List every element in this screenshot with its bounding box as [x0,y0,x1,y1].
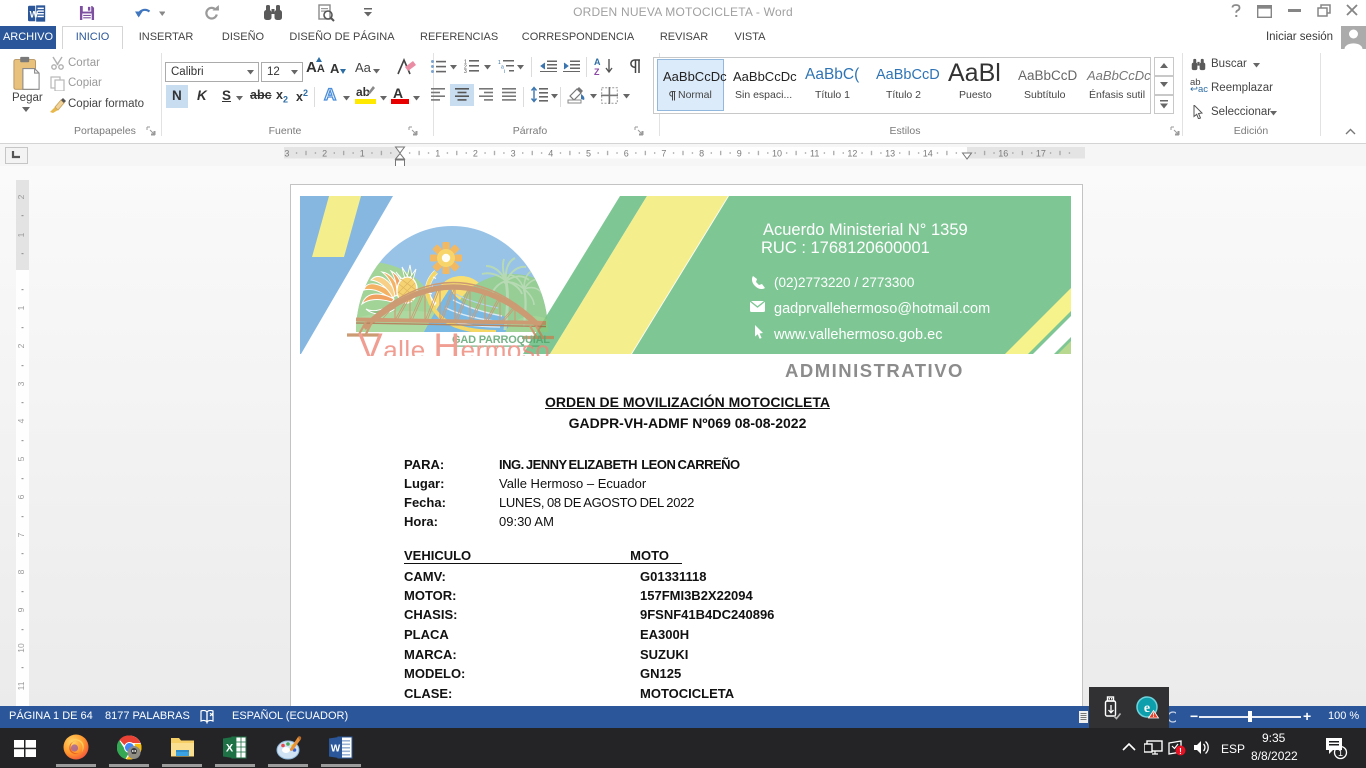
svg-text:Acuerdo Ministerial N° 1359: Acuerdo Ministerial N° 1359 [763,221,968,239]
svg-text:6: 6 [16,494,26,499]
svg-text:5: 5 [586,148,591,158]
svg-text:8: 8 [16,569,26,574]
svg-text:8: 8 [699,148,704,158]
svg-text:11: 11 [16,681,26,690]
svg-text:3: 3 [511,148,516,158]
svg-text:i: i [504,69,505,73]
svg-text:!: ! [1179,747,1182,756]
svg-text:12: 12 [847,148,857,158]
svg-text:www.vallehermoso.gob.ec: www.vallehermoso.gob.ec [773,327,942,343]
svg-text:3: 3 [284,148,289,158]
svg-text:11: 11 [810,148,819,158]
svg-text:13: 13 [885,148,895,158]
svg-text:X: X [226,743,234,755]
svg-text:1: 1 [16,305,26,310]
svg-text:10: 10 [16,643,26,653]
svg-text:6: 6 [624,148,629,158]
svg-text:17: 17 [1036,148,1046,158]
svg-text:9: 9 [16,607,26,612]
svg-text:3: 3 [16,381,26,386]
svg-text:(02)2773220 / 2773300: (02)2773220 / 2773300 [774,275,914,290]
svg-text:4: 4 [548,148,553,158]
svg-text:1: 1 [16,232,26,237]
svg-text:e: e [1144,701,1150,716]
svg-text:3: 3 [464,69,467,73]
svg-text:1: 1 [1338,748,1343,758]
svg-text:W: W [331,744,341,755]
svg-text:2: 2 [16,343,26,348]
svg-text:2: 2 [322,148,327,158]
svg-text:9: 9 [737,148,742,158]
svg-text:W: W [30,10,39,20]
svg-text:2: 2 [473,148,478,158]
svg-text:RUC : 1768120600001: RUC : 1768120600001 [761,239,930,257]
svg-text:5: 5 [16,456,26,461]
svg-text:4: 4 [16,418,26,423]
svg-text:7: 7 [661,148,666,158]
svg-text:gadprvallehermoso@hotmail.com: gadprvallehermoso@hotmail.com [774,301,990,317]
svg-text:1: 1 [360,148,365,158]
svg-text:7: 7 [16,532,26,537]
svg-text:14: 14 [923,148,933,158]
svg-text:1: 1 [435,148,440,158]
svg-text:10: 10 [772,148,782,158]
svg-text:!: ! [1153,713,1155,719]
svg-text:2: 2 [16,194,26,199]
svg-text:16: 16 [998,148,1008,158]
